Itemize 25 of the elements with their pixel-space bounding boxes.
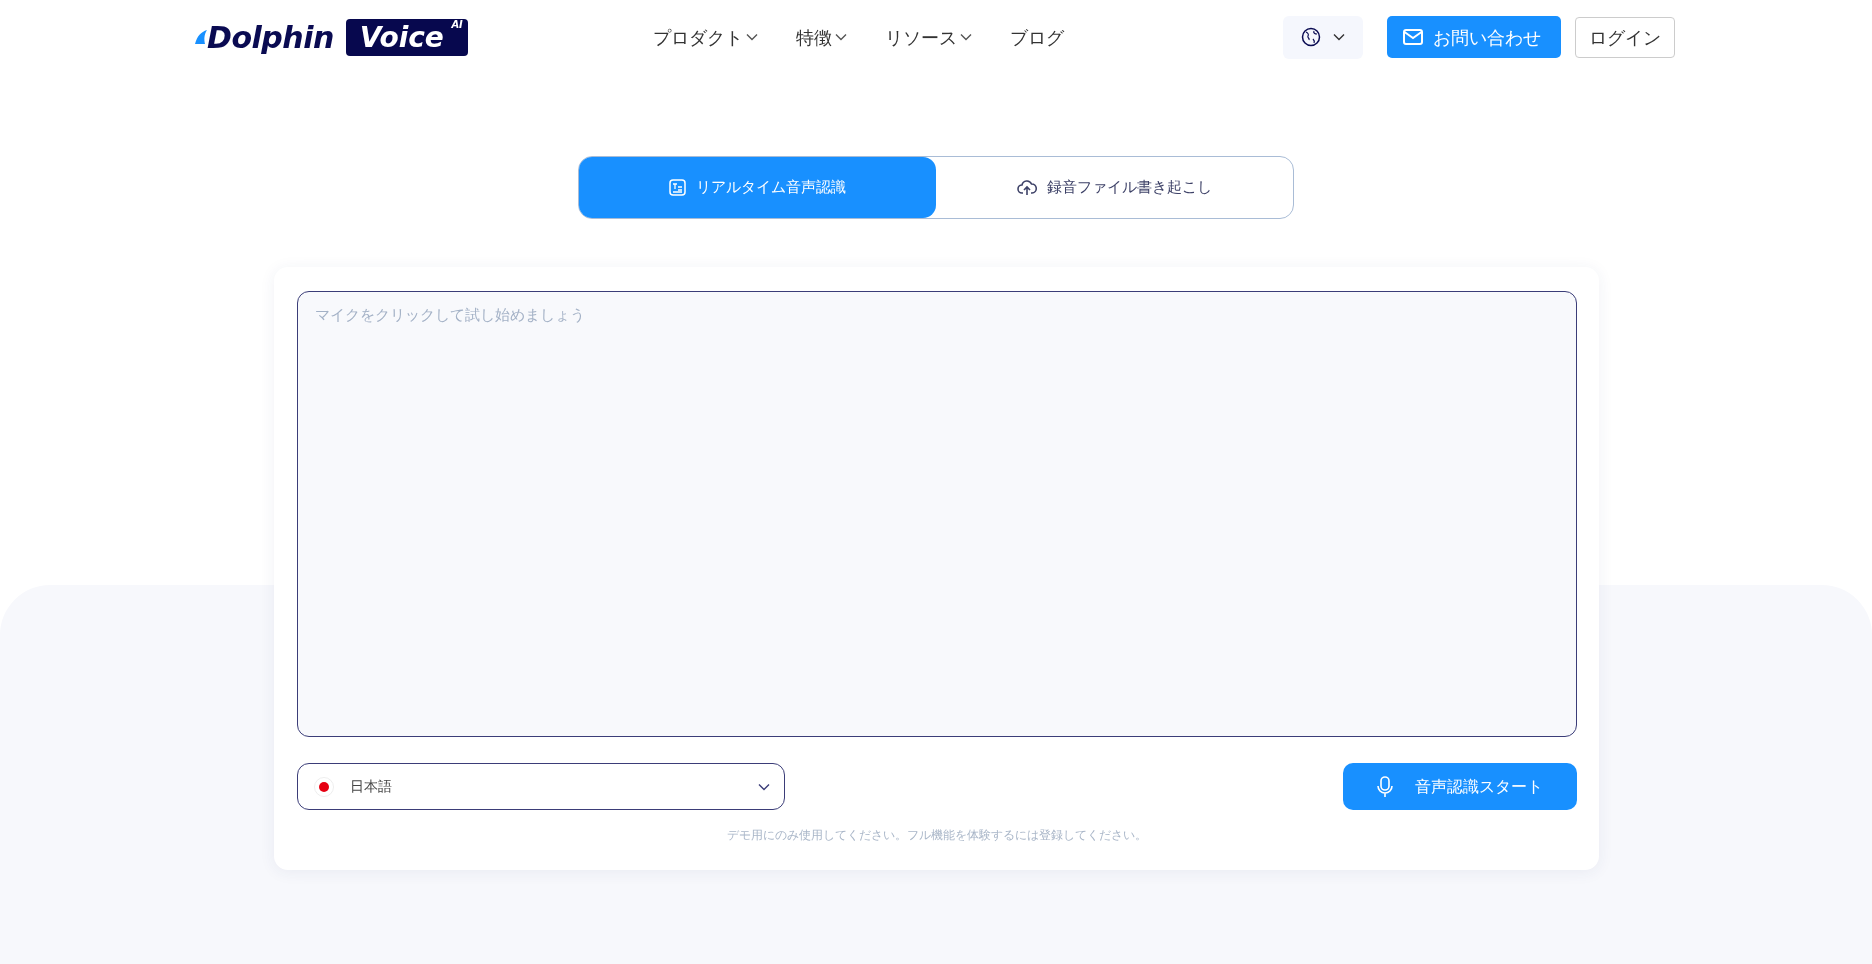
logo-wordmark: Dolphin [207,19,334,55]
nav-dropdown[interactable]: プロダクト [652,23,758,51]
japan-flag-icon [313,776,334,797]
disclaimer-text: デモ用にのみ使用してください。フル機能を体験するには登録してください。 [725,827,1148,844]
login-button[interactable]: ログイン [1575,16,1675,58]
nav-dropdown[interactable]: リソース [884,23,972,51]
chevron-down-icon [959,33,972,41]
globe-icon [1301,27,1321,47]
logo-badge: Voice AI [345,18,468,56]
nav-dropdown[interactable]: 特徴 [795,23,847,51]
chevron-down-icon [757,782,770,791]
mode-tab[interactable]: 録音ファイル書き起こし [936,157,1293,218]
logo-superscript: AI [451,18,463,30]
transcript-field[interactable]: マイクをクリックして試し始めましょう [296,291,1577,737]
envelope-icon [1403,29,1423,45]
cloud-upload-icon [1017,179,1037,196]
chevron-down-icon [1333,33,1345,41]
chevron-down-icon [834,33,847,41]
microphone-icon [1376,775,1393,798]
dolphin-fin-icon [195,30,207,44]
language-button[interactable] [1283,15,1363,59]
text-document-icon [669,179,686,196]
nav-link[interactable]: ブログ [1009,23,1064,51]
language-select[interactable]: 日本語 [296,763,785,810]
chevron-down-icon [745,33,758,41]
